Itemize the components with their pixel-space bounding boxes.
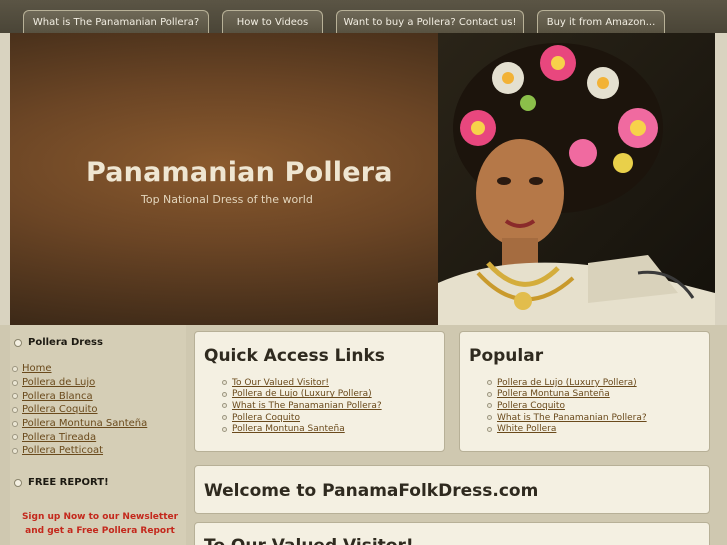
sidebar-item-pollera-de-lujo[interactable]: Pollera de Lujo [12,376,147,390]
popular-link[interactable]: Pollera Montuna Santeña [497,389,610,399]
tab-contact-us[interactable]: Want to buy a Pollera? Contact us! [336,10,524,33]
list-item[interactable]: Pollera Coquito [487,400,647,412]
sidebar-item-pollera-coquito[interactable]: Pollera Coquito [12,403,147,417]
list-item[interactable]: Pollera Montuna Santeña [222,423,382,435]
sidebar-item-label[interactable]: Pollera Montuna Santeña [22,418,147,429]
bullet-icon [14,478,22,487]
list-item[interactable]: White Pollera [487,423,647,435]
sidebar-item-label[interactable]: Pollera Petticoat [22,445,103,456]
sidebar-item-label[interactable]: Pollera Coquito [22,404,98,415]
bullet-icon [12,379,18,386]
site-tagline: Top National Dress of the world [141,193,313,206]
sidebar-item-pollera-petticoat[interactable]: Pollera Petticoat [12,444,147,458]
newsletter-signup-text[interactable]: Sign up Now to our Newsletter and get a … [20,510,180,538]
popular-link[interactable]: White Pollera [497,424,556,434]
list-item[interactable]: Pollera de Lujo (Luxury Pollera) [487,377,647,389]
quick-link[interactable]: Pollera Montuna Santeña [232,424,345,434]
bullet-icon [222,391,227,397]
list-item[interactable]: Pollera Montuna Santeña [487,389,647,401]
bullet-icon [222,426,227,432]
bullet-icon [12,447,18,454]
quick-access-panel: Quick Access Links To Our Valued Visitor… [194,331,445,452]
popular-link[interactable]: What is The Panamanian Pollera? [497,413,647,423]
popular-link[interactable]: Pollera Coquito [497,401,565,411]
list-item[interactable]: What is The Panamanian Pollera? [222,400,382,412]
quick-access-list: To Our Valued Visitor! Pollera de Lujo (… [222,377,382,435]
sidebar-item-label[interactable]: Pollera Blanca [22,391,93,402]
bullet-icon [487,415,492,421]
top-navigation: What is The Panamanian Pollera? How to V… [0,0,727,33]
quick-link[interactable]: To Our Valued Visitor! [232,378,329,388]
popular-link[interactable]: Pollera de Lujo (Luxury Pollera) [497,378,637,388]
portrait-illustration [438,43,715,325]
free-report-heading: FREE REPORT! [14,477,109,488]
bullet-icon [12,420,18,427]
quick-link[interactable]: Pollera de Lujo (Luxury Pollera) [232,389,372,399]
bullet-icon [487,391,492,397]
bullet-icon [487,426,492,432]
sidebar-item-home[interactable]: Home [12,362,147,376]
sidebar-item-pollera-tireada[interactable]: Pollera Tireada [12,430,147,444]
bullet-icon [12,434,18,441]
popular-title: Popular [469,346,544,366]
visitor-panel: To Our Valued Visitor! [194,522,710,545]
bullet-icon [487,403,492,409]
sidebar-item-label[interactable]: Pollera Tireada [22,432,96,443]
welcome-title: Welcome to PanamaFolkDress.com [204,481,539,501]
list-item[interactable]: To Our Valued Visitor! [222,377,382,389]
quick-link[interactable]: What is The Panamanian Pollera? [232,401,382,411]
tab-how-to-videos[interactable]: How to Videos [222,10,323,33]
bullet-icon [222,403,227,409]
sidebar-item-pollera-montuna[interactable]: Pollera Montuna Santeña [12,417,147,431]
popular-panel: Popular Pollera de Lujo (Luxury Pollera)… [459,331,710,452]
bullet-icon [222,380,227,386]
bullet-icon [12,365,18,372]
sidebar-item-label[interactable]: Home [22,363,52,374]
bullet-icon [14,338,22,347]
tab-what-is-pollera[interactable]: What is The Panamanian Pollera? [23,10,209,33]
list-item[interactable]: What is The Panamanian Pollera? [487,412,647,424]
bullet-icon [12,393,18,400]
header-banner: Panamanian Pollera Top National Dress of… [10,33,715,325]
sidebar-item-label[interactable]: Pollera de Lujo [22,377,95,388]
welcome-panel: Welcome to PanamaFolkDress.com [194,465,710,514]
sidebar-heading-label: Pollera Dress [28,337,103,348]
list-item[interactable]: Pollera Coquito [222,412,382,424]
tab-buy-amazon[interactable]: Buy it from Amazon... [537,10,665,33]
sidebar-item-pollera-blanca[interactable]: Pollera Blanca [12,389,147,403]
bullet-icon [222,415,227,421]
site-title[interactable]: Panamanian Pollera [86,157,393,188]
popular-list: Pollera de Lujo (Luxury Pollera) Pollera… [487,377,647,435]
list-item[interactable]: Pollera de Lujo (Luxury Pollera) [222,389,382,401]
quick-link[interactable]: Pollera Coquito [232,413,300,423]
bullet-icon [12,406,18,413]
quick-access-title: Quick Access Links [204,346,385,366]
bullet-icon [487,380,492,386]
visitor-title: To Our Valued Visitor! [204,536,414,545]
sidebar-nav: Home Pollera de Lujo Pollera Blanca Poll… [12,362,147,458]
sidebar-heading: Pollera Dress [14,337,103,348]
free-report-label: FREE REPORT! [28,477,109,488]
header-portrait-image [438,33,715,325]
